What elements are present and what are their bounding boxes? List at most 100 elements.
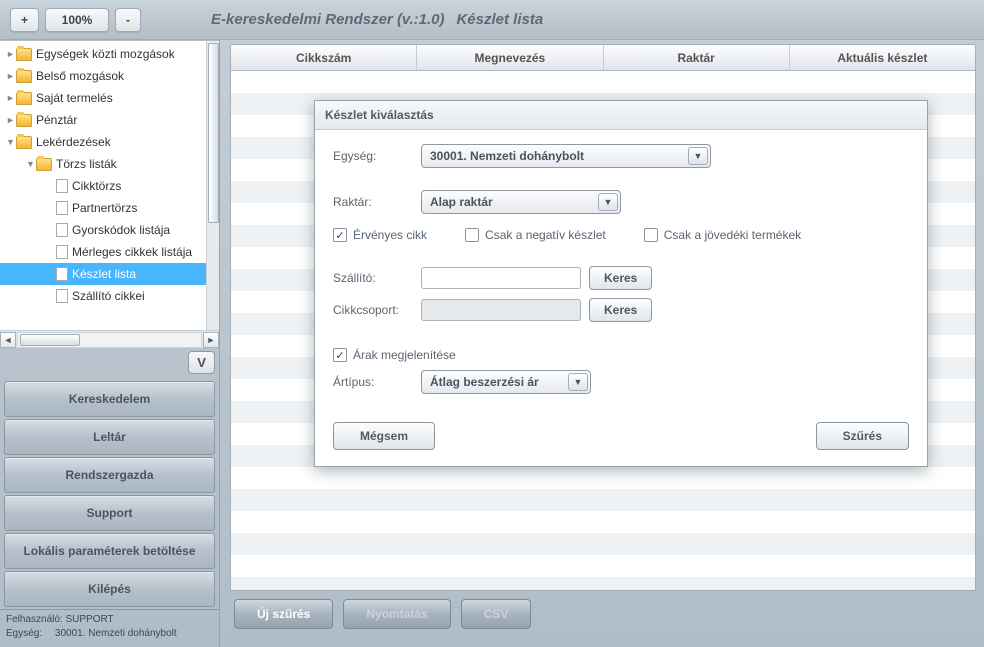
- supplier-input[interactable]: [421, 267, 581, 289]
- table-row: [231, 533, 975, 555]
- show-prices-label: Árak megjelenítése: [353, 348, 456, 362]
- excise-label: Csak a jövedéki termékek: [664, 228, 801, 242]
- filter-dialog: Készlet kiválasztás Egység: 30001. Nemze…: [314, 100, 928, 467]
- zoom-controls: + 100% -: [10, 8, 141, 32]
- tree-item-label: Pénztár: [36, 113, 77, 127]
- tree-item-label: Cikktörzs: [72, 179, 121, 193]
- print-button[interactable]: Nyomtatás: [343, 599, 450, 629]
- filter-button[interactable]: Szűrés: [816, 422, 909, 450]
- column-header[interactable]: Raktár: [604, 45, 790, 70]
- cancel-button[interactable]: Mégsem: [333, 422, 435, 450]
- scrollbar-thumb[interactable]: [20, 334, 80, 346]
- status-unit-value: 30001. Nemzeti dohánybolt: [55, 628, 177, 639]
- caret-right-icon[interactable]: ►: [6, 93, 16, 103]
- scroll-right-icon[interactable]: ►: [203, 332, 219, 348]
- tree-item[interactable]: ► Saját termelés: [0, 87, 219, 109]
- tree-item[interactable]: ▼ Lekérdezések: [0, 131, 219, 153]
- file-icon: [56, 289, 68, 303]
- unit-combobox[interactable]: 30001. Nemzeti dohánybolt ▼: [421, 144, 711, 168]
- tree-vertical-scrollbar[interactable]: [206, 41, 219, 330]
- tree-item-label: Saját termelés: [36, 91, 113, 105]
- status-user-label: Felhasználó:: [6, 614, 63, 625]
- tree-item[interactable]: ► Egységek közti mozgások: [0, 43, 219, 65]
- checkbox-icon: [644, 228, 658, 242]
- supplier-search-button[interactable]: Keres: [589, 266, 652, 290]
- scrollbar-thumb[interactable]: [208, 43, 219, 223]
- csv-button[interactable]: CSV: [461, 599, 532, 629]
- status-unit-label: Egység:: [6, 628, 42, 639]
- file-icon: [56, 179, 68, 193]
- show-prices-checkbox[interactable]: ✓ Árak megjelenítése: [333, 348, 456, 362]
- group-input[interactable]: [421, 299, 581, 321]
- tree-item-label: Egységek közti mozgások: [36, 47, 175, 61]
- chevron-down-icon[interactable]: ▼: [598, 193, 618, 211]
- tree-item[interactable]: ▼Törzs listák: [0, 153, 219, 175]
- caret-down-icon[interactable]: ▼: [26, 159, 36, 169]
- tree-item[interactable]: Cikktörzs: [0, 175, 219, 197]
- tree-item[interactable]: Gyorskódok listája: [0, 219, 219, 241]
- module-button[interactable]: Support: [4, 495, 215, 531]
- caret-down-icon[interactable]: ▼: [6, 137, 16, 147]
- table-header: CikkszámMegnevezésRaktárAktuális készlet: [231, 45, 975, 71]
- new-filter-button[interactable]: Új szűrés: [234, 599, 333, 629]
- valid-item-checkbox[interactable]: ✓ Érvényes cikk: [333, 228, 427, 242]
- status-user-value: SUPPORT: [65, 614, 113, 625]
- unit-label: Egység:: [333, 149, 421, 163]
- store-combobox[interactable]: Alap raktár ▼: [421, 190, 621, 214]
- tree-item-label: Szállító cikkei: [72, 289, 145, 303]
- tree-item[interactable]: ► Pénztár: [0, 109, 219, 131]
- column-header[interactable]: Megnevezés: [417, 45, 603, 70]
- negative-stock-label: Csak a negatív készlet: [485, 228, 606, 242]
- checkbox-icon: [465, 228, 479, 242]
- module-button[interactable]: Lokális paraméterek betöltése: [4, 533, 215, 569]
- tree-item-label: Készlet lista: [72, 267, 136, 281]
- chevron-down-icon[interactable]: ▼: [568, 373, 588, 391]
- tree-item-label: Partnertörzs: [72, 201, 137, 215]
- zoom-in-button[interactable]: +: [10, 8, 39, 32]
- tree-collapse-button[interactable]: V: [188, 351, 215, 374]
- app-header: + 100% - E-kereskedelmi Rendszer (v.:1.0…: [0, 0, 984, 40]
- table-row: [231, 577, 975, 591]
- tree-item-label: Lekérdezések: [36, 135, 111, 149]
- tree-item[interactable]: Szállító cikkei: [0, 285, 219, 307]
- page-title: Készlet lista: [456, 11, 543, 28]
- zoom-level-button[interactable]: 100%: [45, 8, 109, 32]
- checkbox-icon: ✓: [333, 348, 347, 362]
- module-button[interactable]: Kereskedelem: [4, 381, 215, 417]
- tree-item[interactable]: Partnertörzs: [0, 197, 219, 219]
- negative-stock-checkbox[interactable]: Csak a negatív készlet: [465, 228, 606, 242]
- tree-horizontal-scrollbar[interactable]: ◄ ►: [0, 330, 219, 348]
- module-button[interactable]: Leltár: [4, 419, 215, 455]
- tree-item[interactable]: Készlet lista: [0, 263, 219, 285]
- caret-right-icon[interactable]: ►: [6, 115, 16, 125]
- column-header[interactable]: Cikkszám: [231, 45, 417, 70]
- price-type-value: Átlag beszerzési ár: [430, 375, 539, 389]
- bottom-toolbar: Új szűrés Nyomtatás CSV: [230, 591, 976, 629]
- caret-right-icon[interactable]: ►: [6, 49, 16, 59]
- chevron-down-icon[interactable]: ▼: [688, 147, 708, 165]
- price-type-label: Ártípus:: [333, 375, 421, 389]
- zoom-out-button[interactable]: -: [115, 8, 141, 32]
- tree-item-label: Mérleges cikkek listája: [72, 245, 192, 259]
- scrollbar-track[interactable]: [17, 332, 202, 348]
- tree-item[interactable]: Mérleges cikkek listája: [0, 241, 219, 263]
- module-button[interactable]: Rendszergazda: [4, 457, 215, 493]
- table-row: [231, 71, 975, 93]
- caret-right-icon[interactable]: ►: [6, 71, 16, 81]
- column-header[interactable]: Aktuális készlet: [790, 45, 975, 70]
- status-bar: Felhasználó: SUPPORT Egység: 30001. Nemz…: [0, 609, 219, 647]
- folder-icon: [16, 48, 32, 61]
- folder-icon: [36, 158, 52, 171]
- tree-item-label: Gyorskódok listája: [72, 223, 170, 237]
- table-row: [231, 511, 975, 533]
- module-button[interactable]: Kilépés: [4, 571, 215, 607]
- sidebar: ►Egységek közti mozgások►Belső mozgások►…: [0, 40, 220, 647]
- price-type-combobox[interactable]: Átlag beszerzési ár ▼: [421, 370, 591, 394]
- unit-value: 30001. Nemzeti dohánybolt: [430, 149, 584, 163]
- group-search-button[interactable]: Keres: [589, 298, 652, 322]
- excise-checkbox[interactable]: Csak a jövedéki termékek: [644, 228, 801, 242]
- module-buttons: KereskedelemLeltárRendszergazdaSupportLo…: [0, 377, 219, 609]
- group-label: Cikkcsoport:: [333, 303, 421, 317]
- tree-item[interactable]: ►Belső mozgások: [0, 65, 219, 87]
- scroll-left-icon[interactable]: ◄: [0, 332, 16, 348]
